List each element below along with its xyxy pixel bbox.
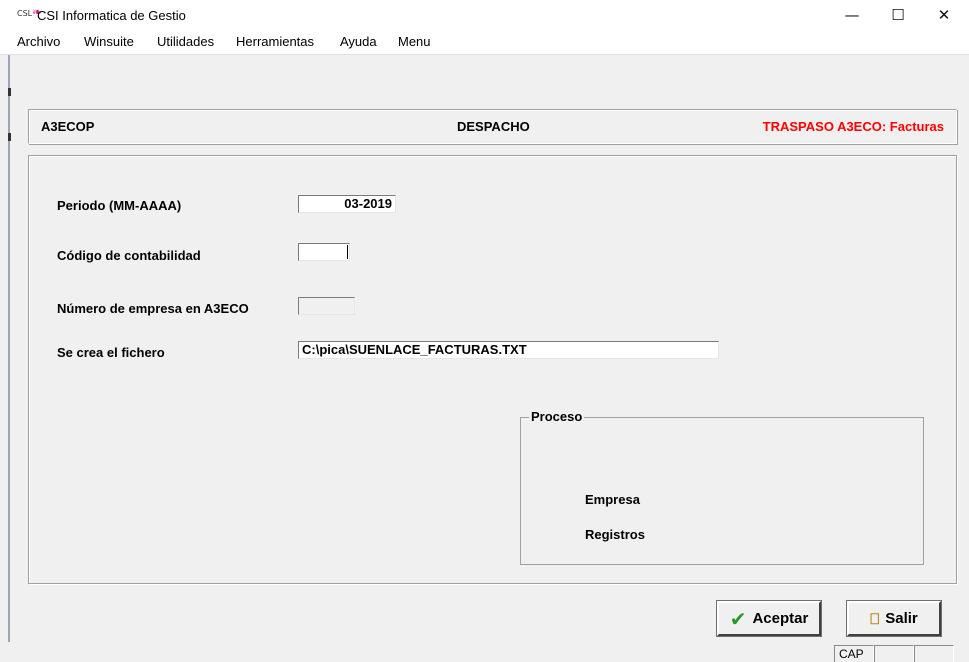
fichero-input[interactable]: C:\pica\SUENLACE_FACTURAS.TXT <box>298 341 719 359</box>
exit-door-icon: ⎕ <box>870 609 880 628</box>
periodo-label: Periodo (MM-AAAA) <box>57 198 182 213</box>
aceptar-label: Aceptar <box>752 610 809 627</box>
window-title: CSI Informatica de Gestio <box>37 8 186 23</box>
menu-archivo[interactable]: Archivo <box>17 34 60 49</box>
checkmark-icon: ✔ <box>729 606 747 631</box>
menu-menu[interactable]: Menu <box>398 34 431 49</box>
menu-bar: Archivo Winsuite Utilidades Herramientas… <box>0 30 969 55</box>
fichero-value: C:\pica\SUENLACE_FACTURAS.TXT <box>302 342 527 357</box>
close-button[interactable]: ✕ <box>921 0 967 30</box>
empresa-label: Número de empresa en A3ECO <box>57 301 249 316</box>
office-name: DESPACHO <box>457 119 530 134</box>
aceptar-button[interactable]: ✔ Aceptar <box>716 600 822 637</box>
salir-button[interactable]: ⎕ Salir <box>846 600 942 637</box>
header-panel: A3ECOP DESPACHO TRASPASO A3ECO: Facturas <box>28 109 957 144</box>
salir-label: Salir <box>885 610 918 627</box>
title-bar: CSL❧ CSI Informatica de Gestio — ☐ ✕ <box>0 0 969 30</box>
text-caret <box>347 245 348 259</box>
status-cell-empty <box>914 645 954 662</box>
minimize-icon: — <box>844 6 860 24</box>
menu-herramientas[interactable]: Herramientas <box>236 34 314 49</box>
maximize-icon: ☐ <box>891 6 905 24</box>
maximize-button[interactable]: ☐ <box>875 0 921 30</box>
minimize-button[interactable]: — <box>829 0 875 30</box>
status-cell-empty <box>874 645 914 662</box>
status-bar: CAP <box>0 642 969 662</box>
codigo-input[interactable] <box>298 243 350 261</box>
edge-mark <box>8 88 11 96</box>
close-icon: ✕ <box>937 6 951 24</box>
fichero-label: Se crea el fichero <box>57 345 165 360</box>
empresa-input <box>298 297 355 315</box>
screen-title: TRASPASO A3ECO: Facturas <box>762 119 944 134</box>
periodo-value: 03-2019 <box>344 196 392 211</box>
codigo-label: Código de contabilidad <box>57 248 201 263</box>
menu-utilidades[interactable]: Utilidades <box>157 34 214 49</box>
proceso-groupbox: Proceso Empresa Registros <box>520 409 924 565</box>
proceso-empresa-label: Empresa <box>585 492 640 507</box>
proceso-title: Proceso <box>529 409 585 424</box>
window-left-edge <box>8 55 11 662</box>
module-name: A3ECOP <box>41 119 95 134</box>
edge-mark <box>8 133 11 141</box>
menu-winsuite[interactable]: Winsuite <box>84 34 134 49</box>
cap-indicator: CAP <box>834 645 874 662</box>
proceso-registros-label: Registros <box>585 527 645 542</box>
menu-ayuda[interactable]: Ayuda <box>340 34 377 49</box>
periodo-input[interactable]: 03-2019 <box>298 195 396 213</box>
